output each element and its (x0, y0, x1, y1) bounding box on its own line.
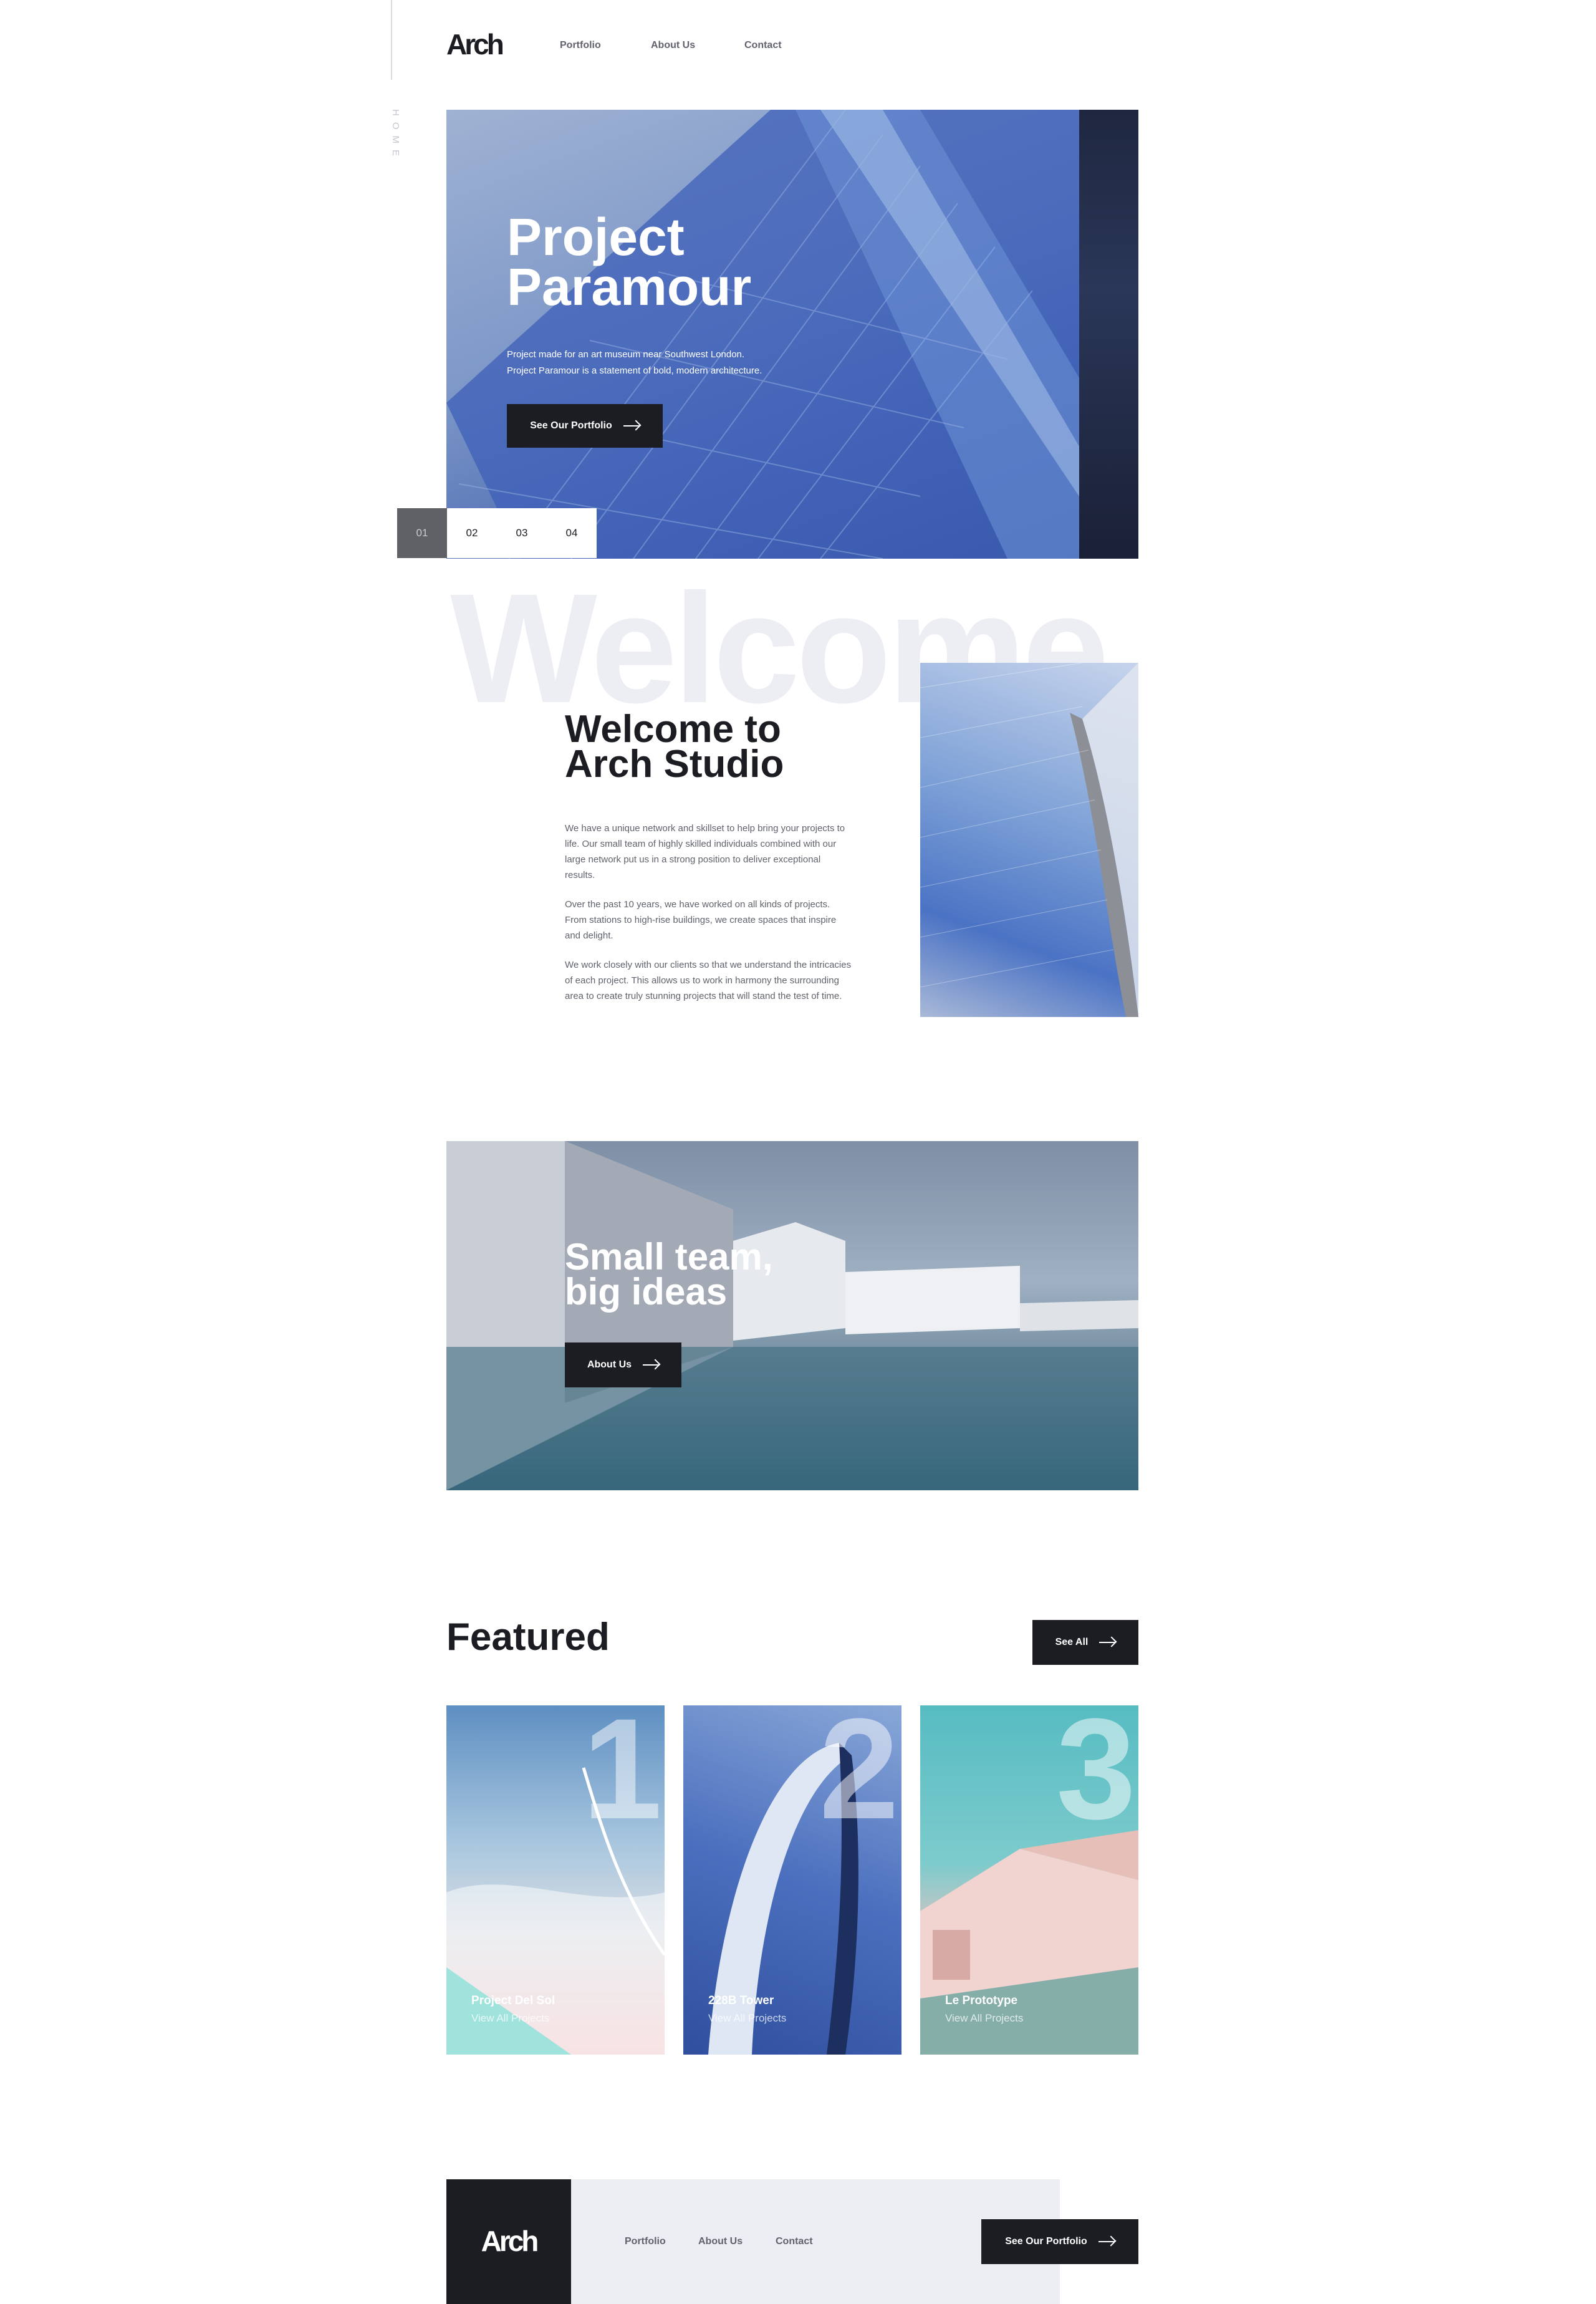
hero-image (446, 110, 1138, 559)
nav-contact-link[interactable]: Contact (744, 40, 782, 51)
featured-card-1[interactable]: 1 Project Del Sol View All Projects (446, 1705, 665, 2055)
hero-desc-line: Project made for an art museum near Sout… (507, 349, 745, 360)
card-title: Le Prototype (945, 1994, 1018, 2007)
see-all-button[interactable]: See All (1032, 1620, 1138, 1665)
card-title: Project Del Sol (471, 1994, 555, 2007)
card-link[interactable]: View All Projects (708, 2012, 786, 2025)
hero-building-graphic (446, 110, 1079, 559)
slide-pager: 01 02 03 04 (397, 508, 597, 558)
card-number: 1 (582, 1705, 662, 1849)
see-portfolio-button[interactable]: See Our Portfolio (507, 404, 663, 448)
footer-nav-about-link[interactable]: About Us (698, 2236, 743, 2247)
nav-portfolio-link[interactable]: Portfolio (560, 40, 601, 51)
team-heading: Small team, big ideas (565, 1238, 827, 1311)
pager-item-02[interactable]: 02 (447, 508, 497, 558)
team-heading-line: big ideas (565, 1271, 728, 1313)
welcome-paragraph: We have a unique network and skillset to… (565, 823, 845, 880)
welcome-body: We have a unique network and skillset to… (565, 821, 852, 1018)
card-number: 2 (819, 1705, 899, 1849)
card-link[interactable]: View All Projects (945, 2012, 1023, 2025)
card-link[interactable]: View All Projects (471, 2012, 549, 2025)
welcome-heading-line: Arch Studio (565, 743, 784, 786)
featured-card-3[interactable]: 3 Le Prototype View All Projects (920, 1705, 1138, 2055)
hero-title-line: Paramour (507, 258, 752, 316)
welcome-building-graphic (920, 663, 1138, 1017)
arrow-right-icon (1098, 2241, 1115, 2242)
welcome-image (920, 663, 1138, 1017)
footer-logo[interactable]: Arch (446, 2179, 571, 2304)
welcome-heading: Welcome to Arch Studio (565, 710, 889, 784)
pager-item-03[interactable]: 03 (497, 508, 547, 558)
nav-about-link[interactable]: About Us (651, 40, 695, 51)
hero-side-strip (1079, 110, 1138, 559)
page-indicator: Home (390, 109, 401, 162)
card-title: 228B Tower (708, 1994, 774, 2007)
footer-nav-portfolio-link[interactable]: Portfolio (625, 2236, 666, 2247)
team-building-graphic (446, 1141, 1138, 1490)
welcome-paragraph: Over the past 10 years, we have worked o… (565, 899, 837, 941)
side-divider (391, 0, 392, 80)
logo[interactable]: Arch (446, 27, 504, 61)
pager-item-04[interactable]: 04 (547, 508, 597, 558)
hero-description: Project made for an art museum near Sout… (507, 347, 831, 379)
featured-card-2[interactable]: 2 228B Tower View All Projects (683, 1705, 901, 2055)
hero-desc-line: Project Paramour is a statement of bold,… (507, 365, 762, 376)
arrow-right-icon (623, 425, 640, 427)
button-label: See Our Portfolio (530, 420, 612, 431)
team-banner-image (446, 1141, 1138, 1490)
pager-item-01[interactable]: 01 (397, 508, 447, 558)
button-label: About Us (587, 1359, 632, 1370)
welcome-paragraph: We work closely with our clients so that… (565, 960, 852, 1001)
about-us-button[interactable]: About Us (565, 1342, 681, 1387)
featured-heading: Featured (446, 1616, 610, 1659)
arrow-right-icon (1099, 1642, 1116, 1643)
footer-see-portfolio-button[interactable]: See Our Portfolio (981, 2219, 1138, 2264)
arrow-right-icon (643, 1364, 660, 1366)
button-label: See Our Portfolio (1005, 2236, 1087, 2247)
footer-nav-contact-link[interactable]: Contact (776, 2236, 813, 2247)
hero-title: Project Paramour (507, 211, 856, 313)
button-label: See All (1055, 1637, 1089, 1647)
card-number: 3 (1056, 1705, 1136, 1849)
